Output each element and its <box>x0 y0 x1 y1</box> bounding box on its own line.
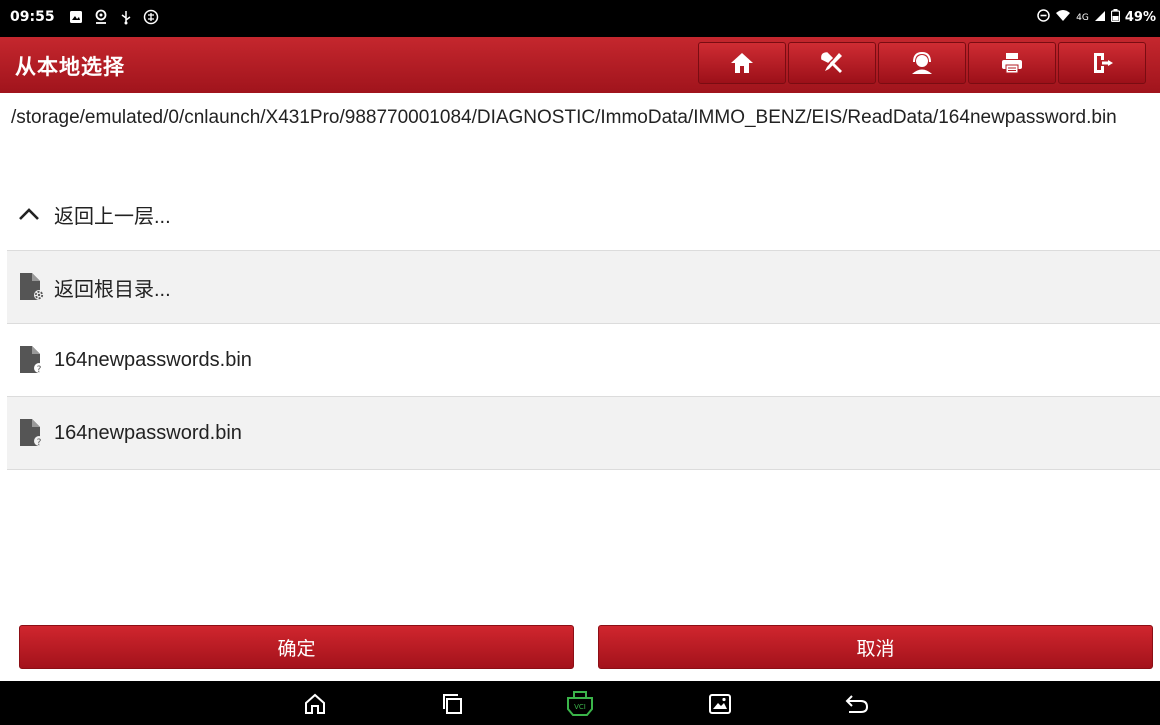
gallery-icon <box>709 694 731 714</box>
list-item-parent-directory[interactable]: 返回上一层... <box>7 178 1160 251</box>
vpn-icon <box>143 8 159 26</box>
notification-icons <box>68 8 159 26</box>
tools-button[interactable] <box>788 42 876 84</box>
svg-text:?: ? <box>37 365 42 375</box>
signal-icon <box>1094 10 1106 26</box>
back-icon <box>845 695 869 713</box>
title-bar: 从本地选择 <box>0 37 1160 93</box>
unknown-file-icon: ? <box>18 344 48 376</box>
list-item-label: 返回根目录... <box>54 278 171 301</box>
chevron-up-icon <box>18 198 48 230</box>
nav-gallery-button[interactable] <box>705 690 735 718</box>
confirm-button[interactable]: 确定 <box>19 625 574 669</box>
status-bar: 09:55 4G 49% <box>0 0 1160 37</box>
status-time: 09:55 <box>10 9 55 25</box>
svg-text:VCI: VCI <box>574 703 586 711</box>
location-icon <box>93 8 109 26</box>
list-item-label: 返回上一层... <box>54 205 171 228</box>
root-folder-icon <box>18 271 48 303</box>
dnd-icon <box>1037 9 1050 26</box>
recents-icon <box>443 694 462 714</box>
wifi-icon <box>1055 9 1071 26</box>
toolbar <box>698 42 1146 84</box>
svg-text:?: ? <box>37 438 42 448</box>
tools-icon <box>821 52 842 73</box>
vci-icon: VCI <box>567 691 593 716</box>
home-button[interactable] <box>698 42 786 84</box>
list-item-file[interactable]: ? 164newpassword.bin <box>7 397 1160 470</box>
print-icon <box>1002 53 1022 74</box>
list-item-file[interactable]: ? 164newpasswords.bin <box>7 324 1160 397</box>
home-icon <box>305 693 325 714</box>
nav-recents-button[interactable] <box>438 690 468 718</box>
support-button[interactable] <box>878 42 966 84</box>
exit-button[interactable] <box>1058 42 1146 84</box>
nav-vci-button[interactable]: VCI <box>565 690 595 718</box>
network-type: 4G <box>1076 12 1089 23</box>
status-right: 4G 49% <box>1037 9 1156 26</box>
page-title: 从本地选择 <box>15 55 125 79</box>
nav-home-button[interactable] <box>300 690 330 718</box>
image-notification-icon <box>68 8 84 26</box>
nav-back-button[interactable] <box>842 690 872 718</box>
list-item-label: 164newpasswords.bin <box>54 348 252 371</box>
list-item-label: 164newpassword.bin <box>54 421 242 444</box>
unknown-file-icon: ? <box>18 417 48 449</box>
current-path: /storage/emulated/0/cnlaunch/X431Pro/988… <box>11 107 1117 128</box>
battery-level: 49% <box>1124 10 1156 25</box>
usb-icon <box>118 8 134 26</box>
cancel-button[interactable]: 取消 <box>598 625 1153 669</box>
battery-icon <box>1110 9 1120 26</box>
navigation-bar: VCI <box>0 681 1160 725</box>
home-icon <box>731 53 753 73</box>
list-item-root-directory[interactable]: 返回根目录... <box>7 251 1160 324</box>
exit-icon <box>1094 53 1113 73</box>
file-list: 返回上一层... 返回根目录... ? 164newpasswords.bin … <box>7 178 1160 470</box>
support-icon <box>912 51 932 74</box>
print-button[interactable] <box>968 42 1056 84</box>
